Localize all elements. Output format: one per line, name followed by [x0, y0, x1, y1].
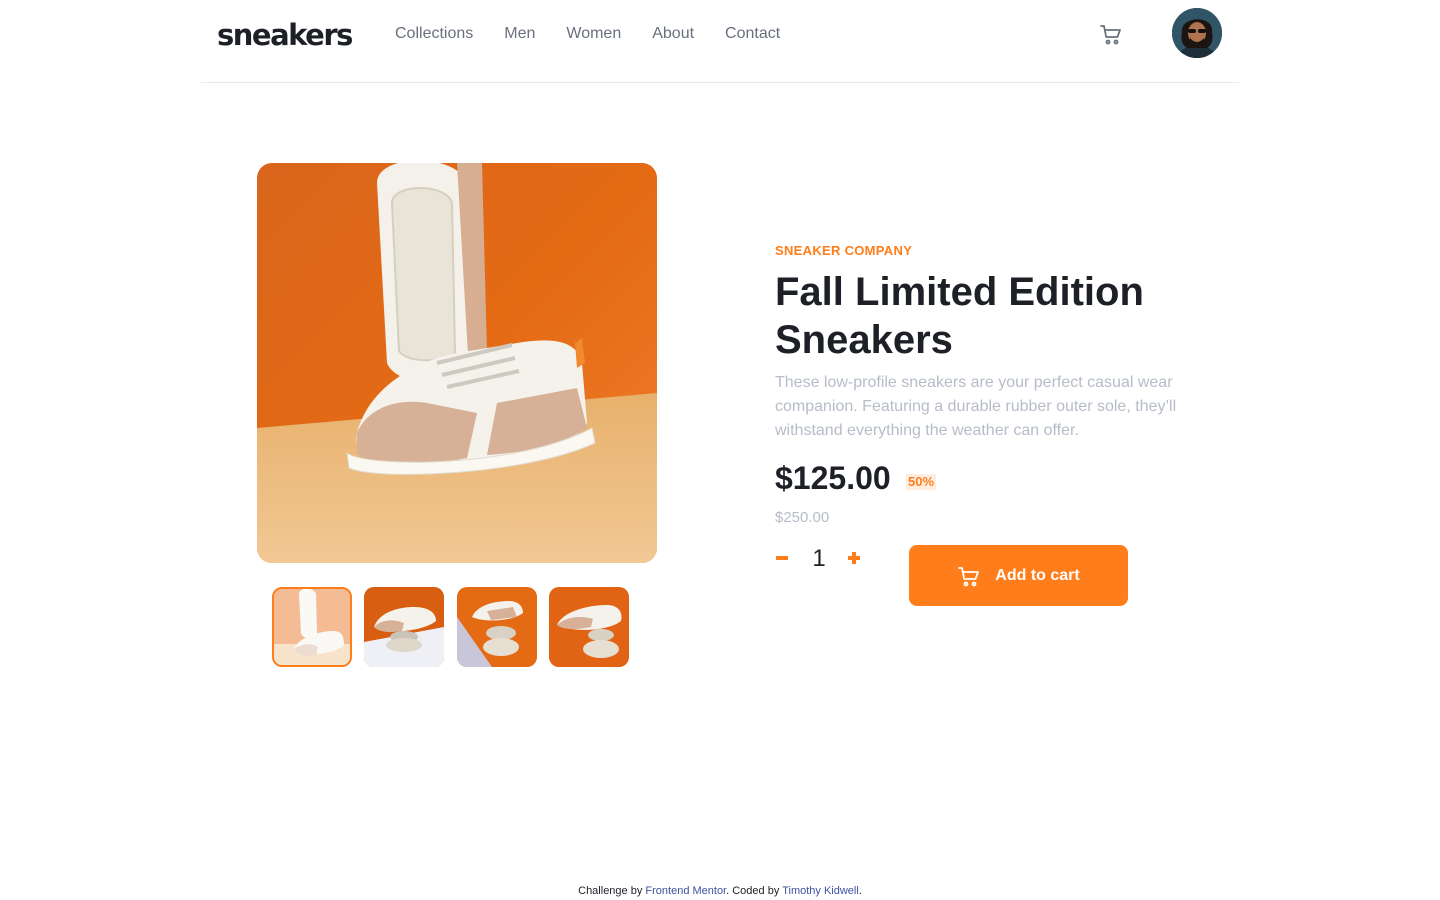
- add-to-cart-label: Add to cart: [995, 566, 1080, 584]
- footer-suffix: .: [858, 885, 862, 897]
- avatar[interactable]: [1172, 8, 1222, 58]
- nav-about[interactable]: About: [652, 24, 694, 44]
- quantity-increase-button[interactable]: [844, 546, 864, 570]
- cart-icon: [958, 566, 980, 586]
- nav-men[interactable]: Men: [504, 24, 535, 44]
- product-thumbnail-2[interactable]: [364, 587, 444, 667]
- challenge-prefix: Challenge by: [578, 885, 646, 897]
- company-name: SNEAKER COMPANY: [775, 243, 913, 258]
- nav-women[interactable]: Women: [566, 24, 621, 44]
- quantity-decrease-button[interactable]: [772, 546, 792, 570]
- minus-icon: [776, 556, 788, 560]
- product-thumbnail-4[interactable]: [549, 587, 629, 667]
- product-main-image[interactable]: [257, 163, 657, 563]
- product-description: These low-profile sneakers are your perf…: [775, 374, 1177, 439]
- nav-collections[interactable]: Collections: [395, 24, 473, 44]
- quantity-value: 1: [812, 545, 826, 572]
- site-header: sneakers Collections Men Women About Con…: [201, 0, 1239, 83]
- current-price: $125.00: [775, 460, 891, 496]
- add-to-cart-button[interactable]: Add to cart: [909, 545, 1128, 606]
- plus-icon: [848, 552, 860, 564]
- coded-prefix: . Coded by: [726, 885, 783, 897]
- main-nav: Collections Men Women About Contact: [395, 24, 811, 44]
- product-title: Fall Limited Edition Sneakers: [775, 270, 1144, 362]
- frontend-mentor-link[interactable]: Frontend Mentor: [645, 885, 726, 897]
- nav-contact[interactable]: Contact: [725, 24, 780, 44]
- discount-badge: 50%: [906, 474, 937, 490]
- logo[interactable]: sneakers: [217, 17, 353, 53]
- product-thumbnail-3[interactable]: [457, 587, 537, 667]
- original-price: $250.00: [775, 509, 830, 526]
- attribution-footer: Challenge by Frontend Mentor. Coded by T…: [0, 884, 1440, 898]
- product-thumbnail-1[interactable]: [272, 587, 352, 667]
- author-link[interactable]: Timothy Kidwell: [782, 885, 859, 897]
- cart-icon[interactable]: [1099, 22, 1123, 46]
